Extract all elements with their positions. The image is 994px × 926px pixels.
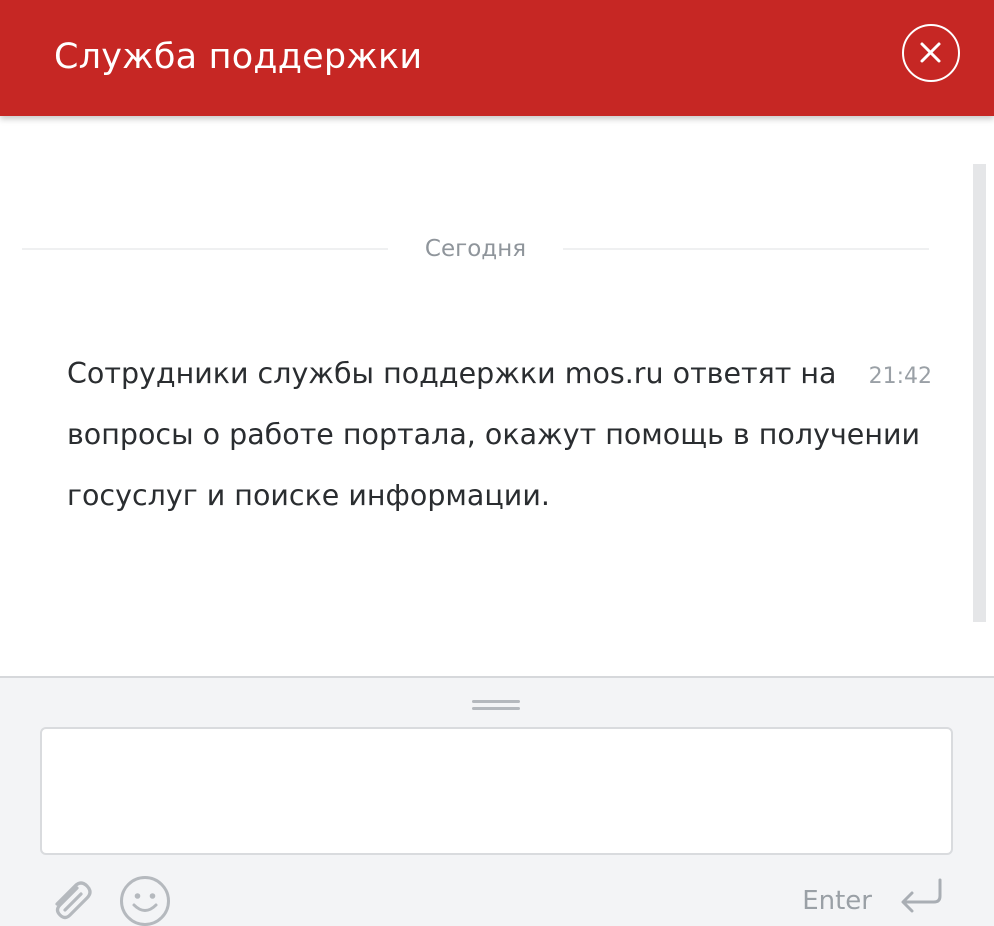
smiley-icon <box>120 876 170 926</box>
message-text: Сотрудники службы поддержки mos.ru ответ… <box>67 357 920 512</box>
date-separator-line-right <box>563 248 929 250</box>
date-separator-line-left <box>22 248 388 250</box>
support-chat-widget: Служба поддержки Сегодня Сотрудники служ… <box>0 0 994 926</box>
emoji-button[interactable] <box>118 874 172 926</box>
close-button[interactable] <box>902 24 960 82</box>
message-list[interactable]: Сегодня Сотрудники службы поддержки mos.… <box>0 116 994 676</box>
chat-title: Служба поддержки <box>54 37 423 77</box>
paperclip-icon <box>55 881 92 920</box>
send-button[interactable] <box>896 876 946 918</box>
enter-return-icon <box>901 878 942 913</box>
composer: Enter <box>0 676 994 926</box>
close-icon <box>920 42 941 63</box>
message-timestamp: 21:42 <box>868 364 932 389</box>
date-separator: Сегодня <box>424 236 527 262</box>
send-label[interactable]: Enter <box>790 883 872 919</box>
scrollbar[interactable] <box>973 164 986 622</box>
drag-handle-icon[interactable] <box>472 696 520 714</box>
message-input[interactable] <box>40 727 953 855</box>
attach-button[interactable] <box>44 874 96 926</box>
chat-header: Служба поддержки <box>0 0 994 116</box>
